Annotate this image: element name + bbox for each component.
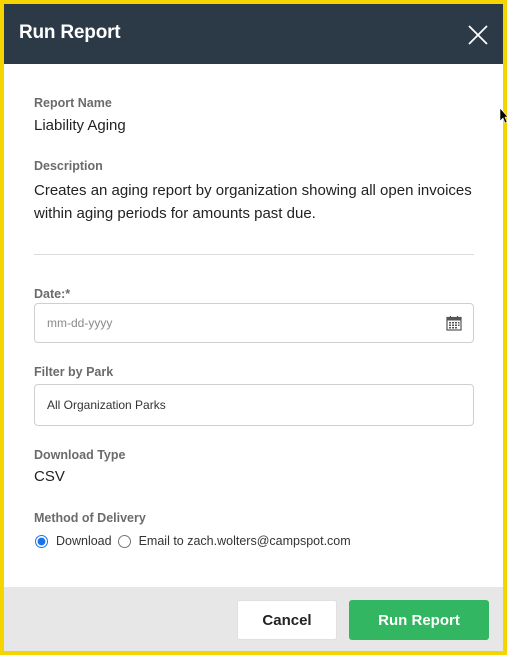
report-name-value: Liability Aging [34, 117, 126, 134]
modal-header: Run Report [4, 4, 503, 64]
download-option-label[interactable]: Download [56, 534, 112, 548]
date-label: Date:* [34, 287, 71, 301]
run-report-modal: Run Report Report Name Liability Aging D… [4, 4, 503, 651]
email-radio[interactable] [117, 534, 131, 548]
calendar-icon[interactable] [446, 315, 462, 331]
download-type-value: CSV [34, 468, 65, 485]
date-field[interactable] [34, 303, 474, 343]
date-input[interactable] [47, 304, 427, 342]
delivery-method-label: Method of Delivery [34, 511, 146, 525]
section-divider [34, 254, 474, 255]
mouse-pointer-icon [500, 108, 507, 124]
description-value: Creates an aging report by organization … [34, 182, 472, 222]
modal-footer: Cancel Run Report [4, 587, 503, 651]
filter-park-input[interactable] [47, 385, 427, 425]
filter-park-label: Filter by Park [34, 365, 114, 379]
description-label: Description [34, 159, 103, 173]
report-name-label: Report Name [34, 96, 112, 110]
close-icon[interactable] [465, 22, 491, 48]
download-radio[interactable] [35, 534, 48, 548]
run-report-button[interactable]: Run Report [349, 600, 489, 640]
delivery-method-options: Download Email to zach.wolters@campspot.… [34, 534, 356, 548]
download-type-label: Download Type [34, 448, 126, 462]
filter-park-select[interactable] [34, 384, 474, 426]
modal-title: Run Report [19, 22, 121, 43]
cancel-button[interactable]: Cancel [237, 600, 337, 640]
email-option-label[interactable]: Email to zach.wolters@campspot.com [139, 534, 351, 548]
